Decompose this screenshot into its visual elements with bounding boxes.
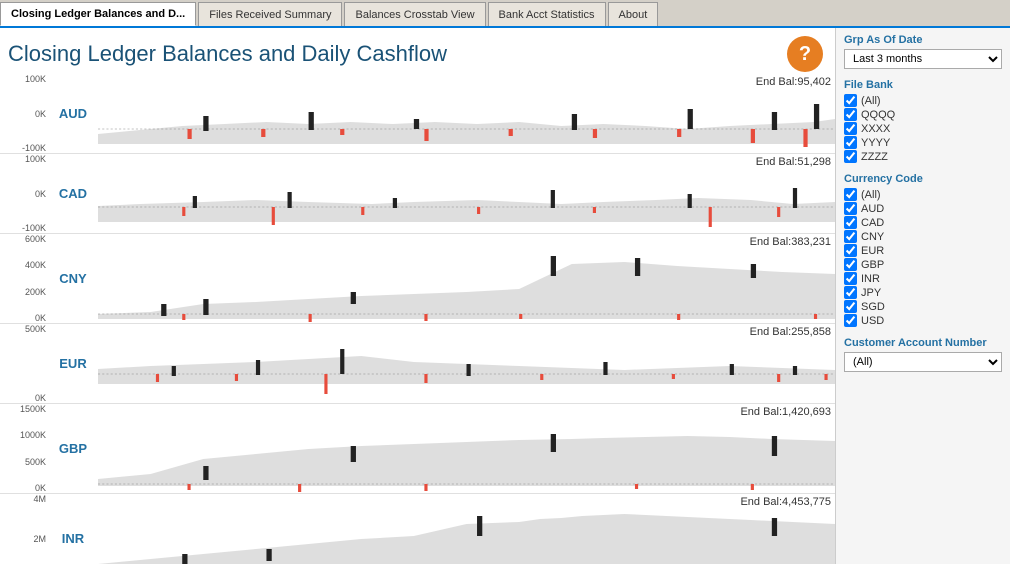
grp-as-of-date-label: Grp As Of Date	[844, 34, 1002, 46]
currency-eur-checkbox[interactable]	[844, 244, 857, 257]
tab-bank-acct-stats[interactable]: Bank Acct Statistics	[488, 2, 606, 26]
chart-gbp: End Bal:1,420,693	[98, 404, 835, 493]
currency-cny-checkbox[interactable]	[844, 230, 857, 243]
file-bank-label: File Bank	[844, 79, 1002, 91]
file-bank-zzzz-checkbox[interactable]	[844, 150, 857, 163]
tab-files-received[interactable]: Files Received Summary	[198, 2, 342, 26]
y-labels-cny: 600K 400K 200K 0K	[0, 234, 48, 323]
end-bal-inr: End Bal:4,453,775	[740, 496, 831, 508]
chart-cad: End Bal:51,298	[98, 154, 835, 233]
currency-cny: CNY	[844, 230, 1002, 243]
customer-account-section: Customer Account Number (All)	[844, 337, 1002, 372]
currency-all-checkbox[interactable]	[844, 188, 857, 201]
tab-bar: Closing Ledger Balances and D... Files R…	[0, 0, 1010, 28]
y-labels-eur: 500K 0K	[0, 324, 48, 403]
currency-eur: EUR	[844, 244, 1002, 257]
end-bal-aud: End Bal:95,402	[756, 76, 831, 88]
currency-usd: USD	[844, 314, 1002, 327]
file-bank-xxxx-checkbox[interactable]	[844, 122, 857, 135]
file-bank-yyyy-checkbox[interactable]	[844, 136, 857, 149]
chart-row-cad: 100K 0K -100K CAD End Bal:51,298	[0, 154, 835, 234]
currency-gbp-checkbox[interactable]	[844, 258, 857, 271]
chart-row-inr: 4M 2M 0M INR End Bal:4,453,775	[0, 494, 835, 564]
currency-sgd-checkbox[interactable]	[844, 300, 857, 313]
currency-sgd: SGD	[844, 300, 1002, 313]
help-button[interactable]: ?	[787, 36, 823, 72]
main-content: Closing Ledger Balances and Daily Cashfl…	[0, 28, 1010, 564]
currency-jpy: JPY	[844, 286, 1002, 299]
currency-cny: CNY	[48, 234, 98, 323]
tab-balances-crosstab[interactable]: Balances Crosstab View	[344, 2, 485, 26]
currency-aud: AUD	[48, 74, 98, 153]
chart-inr: End Bal:4,453,775	[98, 494, 835, 564]
currency-code-label: Currency Code	[844, 173, 1002, 185]
file-bank-qqqq: QQQQ	[844, 108, 1002, 121]
file-bank-all: (All)	[844, 94, 1002, 107]
end-bal-cny: End Bal:383,231	[750, 236, 831, 248]
customer-account-label: Customer Account Number	[844, 337, 1002, 349]
currency-aud-checkbox[interactable]	[844, 202, 857, 215]
end-bal-eur: End Bal:255,858	[750, 326, 831, 338]
chart-row-gbp: 1500K 1000K 500K 0K GBP End Bal:1,420,69…	[0, 404, 835, 494]
end-bal-gbp: End Bal:1,420,693	[740, 406, 831, 418]
file-bank-zzzz: ZZZZ	[844, 150, 1002, 163]
grp-as-of-date-dropdown[interactable]: Last 3 months	[844, 49, 1002, 69]
chart-eur: End Bal:255,858	[98, 324, 835, 403]
chart-area: Closing Ledger Balances and Daily Cashfl…	[0, 28, 835, 564]
chart-aud: End Bal:95,402	[98, 74, 835, 153]
chart-row-eur: 500K 0K EUR End Bal:255,858	[0, 324, 835, 404]
currency-gbp: GBP	[844, 258, 1002, 271]
currency-jpy-checkbox[interactable]	[844, 286, 857, 299]
chart-row-cny: 600K 400K 200K 0K CNY End Bal:383,231	[0, 234, 835, 324]
file-bank-yyyy: YYYY	[844, 136, 1002, 149]
tab-closing-ledger[interactable]: Closing Ledger Balances and D...	[0, 2, 196, 26]
tab-about[interactable]: About	[608, 2, 659, 26]
y-labels-aud: 100K 0K -100K	[0, 74, 48, 153]
currency-usd-checkbox[interactable]	[844, 314, 857, 327]
file-bank-xxxx: XXXX	[844, 122, 1002, 135]
sidebar: Grp As Of Date Last 3 months File Bank (…	[835, 28, 1010, 564]
file-bank-qqqq-checkbox[interactable]	[844, 108, 857, 121]
customer-account-dropdown[interactable]: (All)	[844, 352, 1002, 372]
currency-cad: CAD	[844, 216, 1002, 229]
currency-inr: INR	[844, 272, 1002, 285]
currency-eur: EUR	[48, 324, 98, 403]
currency-aud: AUD	[844, 202, 1002, 215]
y-labels-gbp: 1500K 1000K 500K 0K	[0, 404, 48, 493]
currency-gbp: GBP	[48, 404, 98, 493]
currency-code-section: Currency Code (All) AUD CAD CNY EUR	[844, 173, 1002, 327]
currency-inr: INR	[48, 494, 98, 564]
currency-cad: CAD	[48, 154, 98, 233]
chart-row-aud: 100K 0K -100K AUD End Bal:95,402	[0, 74, 835, 154]
currency-all: (All)	[844, 188, 1002, 201]
y-labels-cad: 100K 0K -100K	[0, 154, 48, 233]
file-bank-all-checkbox[interactable]	[844, 94, 857, 107]
end-bal-cad: End Bal:51,298	[756, 156, 831, 168]
page-title-bar: Closing Ledger Balances and Daily Cashfl…	[0, 32, 835, 74]
file-bank-section: File Bank (All) QQQQ XXXX YYYY ZZZZ	[844, 79, 1002, 163]
page-title-text: Closing Ledger Balances and Daily Cashfl…	[8, 41, 447, 67]
currency-cad-checkbox[interactable]	[844, 216, 857, 229]
chart-cny: End Bal:383,231	[98, 234, 835, 323]
y-labels-inr: 4M 2M 0M	[0, 494, 48, 564]
currency-inr-checkbox[interactable]	[844, 272, 857, 285]
grp-as-of-date-section: Grp As Of Date Last 3 months	[844, 34, 1002, 69]
